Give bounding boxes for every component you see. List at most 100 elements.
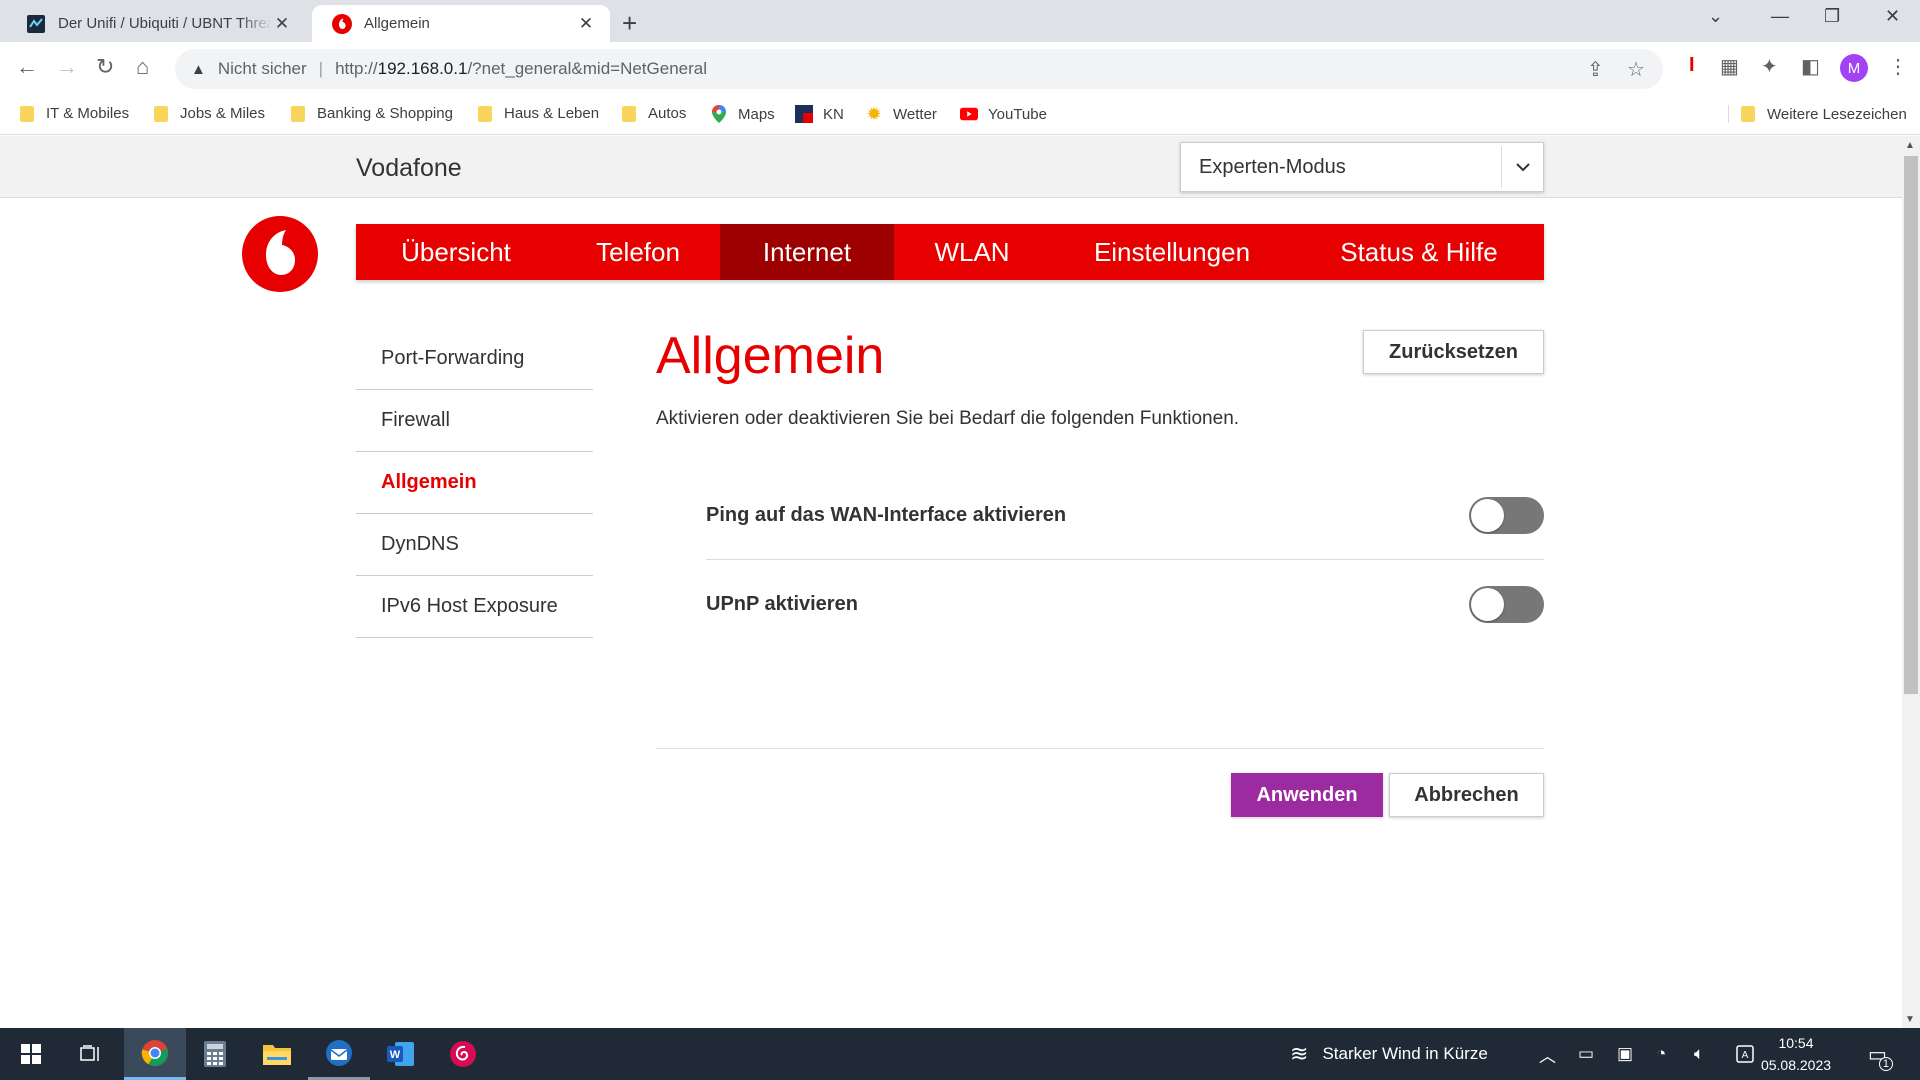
- toggle-knob: [1471, 587, 1504, 621]
- upnp-toggle[interactable]: [1469, 585, 1544, 623]
- side-panel-icon[interactable]: ◧: [1801, 54, 1820, 79]
- clock-time: 10:54: [1778, 1035, 1814, 1051]
- option-row-wan-ping: Ping auf das WAN-Interface aktivieren: [706, 472, 1544, 560]
- notification-center-icon[interactable]: ▭ 1: [1868, 1028, 1893, 1080]
- weather-widget[interactable]: ≋ Starker Wind in Kürze: [1290, 1028, 1488, 1080]
- address-bar[interactable]: ▲ Nicht sicher | http://192.168.0.1/?net…: [175, 49, 1663, 89]
- tab-title: Allgemein: [364, 15, 430, 32]
- bookmarks-divider: [1728, 105, 1729, 123]
- bookmark-banking-shopping[interactable]: Banking & Shopping: [291, 105, 453, 122]
- folder-icon: [1741, 106, 1755, 122]
- folder-icon: [622, 105, 636, 122]
- tab-title: Der Unifi / Ubiquiti / UBNT Thread: [58, 15, 272, 32]
- forum-favicon-icon: [26, 14, 46, 34]
- share-icon[interactable]: ⇪: [1587, 57, 1604, 82]
- profile-avatar[interactable]: M: [1840, 54, 1868, 82]
- cancel-button[interactable]: Abbrechen: [1389, 773, 1544, 817]
- sidebar-item-dyndns[interactable]: DynDNS: [356, 514, 593, 576]
- task-view-icon[interactable]: [60, 1028, 122, 1080]
- nav-einstellungen[interactable]: Einstellungen: [1050, 224, 1294, 280]
- sidebar-item-ipv6-host-exposure[interactable]: IPv6 Host Exposure: [356, 576, 593, 638]
- notification-count-badge: 1: [1878, 1056, 1893, 1071]
- folder-icon: [291, 105, 305, 122]
- extension-puzzle-grey-icon[interactable]: ▦: [1720, 54, 1739, 79]
- show-hidden-icons-chevron-icon[interactable]: ︿: [1539, 1028, 1556, 1080]
- svg-text:W: W: [390, 1049, 401, 1061]
- calculator-icon[interactable]: [184, 1028, 246, 1080]
- folder-icon: [478, 105, 492, 122]
- bookmark-youtube[interactable]: YouTube: [960, 105, 1047, 123]
- intro-text: Aktivieren oder deaktivieren Sie bei Bed…: [656, 408, 1240, 429]
- extension-red-icon[interactable]: I: [1689, 54, 1695, 77]
- warning-icon[interactable]: ▲: [191, 61, 206, 78]
- folder-icon: [154, 105, 168, 122]
- scroll-down-arrow-icon[interactable]: ▼: [1905, 1014, 1915, 1025]
- word-icon[interactable]: W: [370, 1028, 432, 1080]
- back-arrow-icon[interactable]: ←: [16, 54, 38, 80]
- home-icon[interactable]: ⌂: [136, 54, 149, 80]
- main-navigation: Übersicht Telefon Internet WLAN Einstell…: [356, 224, 1544, 280]
- taskbar-clock[interactable]: 10:54 05.08.2023: [1752, 1032, 1840, 1076]
- wan-ping-toggle[interactable]: [1469, 497, 1544, 534]
- security-label[interactable]: Nicht sicher: [218, 59, 307, 79]
- close-tab-icon[interactable]: ✕: [272, 14, 292, 34]
- page-title: Allgemein: [656, 327, 885, 385]
- bookmark-star-icon[interactable]: ☆: [1627, 57, 1645, 82]
- extensions-puzzle-icon[interactable]: ✦: [1761, 54, 1778, 79]
- apply-button[interactable]: Anwenden: [1231, 773, 1383, 817]
- minimize-icon[interactable]: —: [1771, 6, 1789, 27]
- url-text[interactable]: http://192.168.0.1/?net_general&mid=NetG…: [335, 59, 707, 79]
- side-navigation: Port-Forwarding Firewall Allgemein DynDN…: [356, 328, 593, 638]
- nav-telefon[interactable]: Telefon: [556, 224, 720, 280]
- scroll-up-arrow-icon[interactable]: ▲: [1905, 140, 1915, 151]
- brand-name: Vodafone: [356, 154, 462, 182]
- sidebar-item-allgemein[interactable]: Allgemein: [356, 452, 593, 514]
- wifi-icon[interactable]: ◔: [1656, 1028, 1666, 1080]
- file-explorer-icon[interactable]: [246, 1028, 308, 1080]
- page-topbar: Vodafone Experten-Modus: [0, 136, 1902, 198]
- chrome-taskbar-icon[interactable]: [124, 1028, 186, 1080]
- bookmark-jobs-miles[interactable]: Jobs & Miles: [154, 105, 265, 122]
- other-bookmarks[interactable]: Weitere Lesezeichen: [1728, 105, 1907, 123]
- sidebar-item-firewall[interactable]: Firewall: [356, 390, 593, 452]
- nav-wlan[interactable]: WLAN: [894, 224, 1050, 280]
- nav-ubersicht[interactable]: Übersicht: [356, 224, 556, 280]
- debian-icon[interactable]: [432, 1028, 494, 1080]
- tab-search-chevron-icon[interactable]: ⌄: [1708, 6, 1723, 27]
- close-window-icon[interactable]: ✕: [1885, 6, 1900, 27]
- nav-status-hilfe[interactable]: Status & Hilfe: [1294, 224, 1544, 280]
- bookmarks-bar: IT & Mobiles Jobs & Miles Banking & Shop…: [0, 97, 1920, 135]
- reload-icon[interactable]: ↻: [96, 54, 114, 80]
- bookmark-kn[interactable]: KN: [795, 105, 844, 123]
- restore-icon[interactable]: ❐: [1824, 6, 1840, 27]
- tab-allgemein[interactable]: Allgemein ✕: [312, 5, 610, 42]
- bookmark-autos[interactable]: Autos: [622, 105, 686, 122]
- forward-arrow-icon[interactable]: →: [56, 54, 78, 80]
- tab-unifi-thread[interactable]: Der Unifi / Ubiquiti / UBNT Thread ✕: [6, 5, 306, 42]
- nav-internet[interactable]: Internet: [720, 224, 894, 280]
- meeting-camera-icon[interactable]: ▣: [1617, 1028, 1633, 1080]
- maps-icon: [710, 105, 728, 123]
- bookmark-it-mobiles[interactable]: IT & Mobiles: [20, 105, 129, 122]
- vodafone-logo[interactable]: [242, 216, 318, 292]
- close-tab-icon[interactable]: ✕: [576, 14, 596, 34]
- router-page: Vodafone Experten-Modus Übersicht Telefo…: [0, 136, 1902, 1028]
- battery-icon[interactable]: ▭: [1578, 1028, 1594, 1080]
- bookmark-wetter[interactable]: ✹ Wetter: [865, 104, 936, 124]
- wind-icon: ≋: [1290, 1041, 1309, 1066]
- new-tab-button[interactable]: +: [622, 8, 637, 39]
- mode-select[interactable]: Experten-Modus: [1180, 142, 1544, 192]
- browser-toolbar: ← → ↻ ⌂ ▲ Nicht sicher | http://192.168.…: [0, 42, 1920, 97]
- bookmark-maps[interactable]: Maps: [710, 105, 775, 123]
- thunderbird-icon[interactable]: [308, 1028, 370, 1080]
- mode-select-value[interactable]: Experten-Modus: [1181, 156, 1501, 179]
- chevron-down-icon[interactable]: [1501, 146, 1543, 188]
- reset-button[interactable]: Zurücksetzen: [1363, 330, 1544, 374]
- menu-kebab-icon[interactable]: ⋮: [1888, 54, 1908, 79]
- windows-start-icon[interactable]: [0, 1028, 62, 1080]
- sidebar-item-port-forwarding[interactable]: Port-Forwarding: [356, 328, 593, 390]
- scrollbar-thumb[interactable]: [1904, 156, 1918, 694]
- bookmark-haus-leben[interactable]: Haus & Leben: [478, 105, 599, 122]
- speaker-icon[interactable]: 🔈︎: [1694, 1028, 1704, 1080]
- omnibox-separator: |: [318, 59, 324, 78]
